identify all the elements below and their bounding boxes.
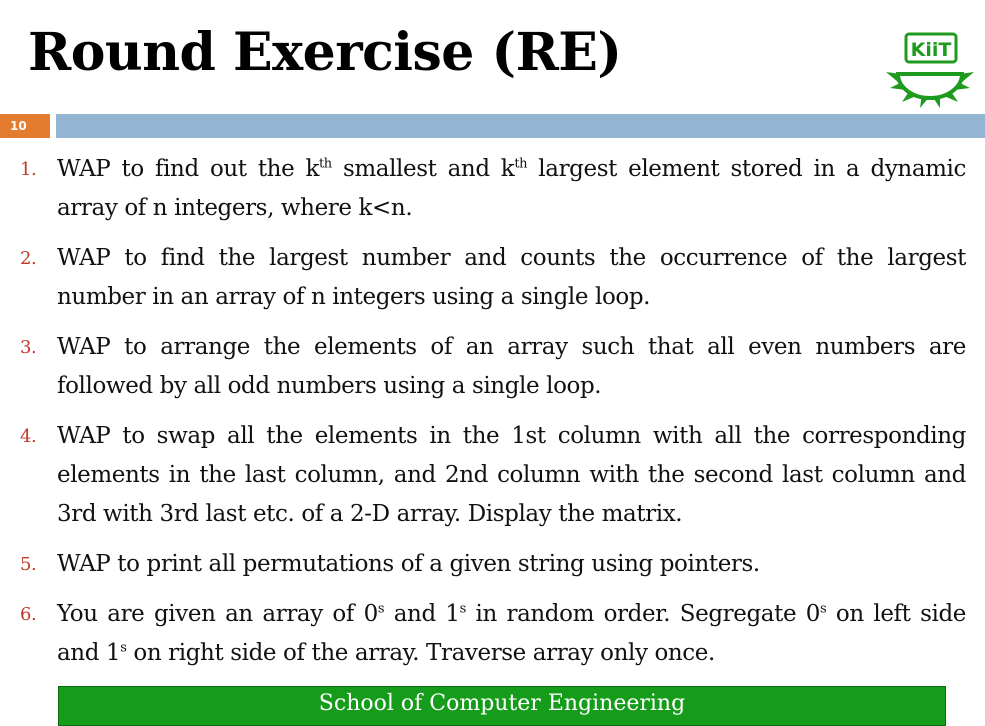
exercise-number: 5. (20, 554, 37, 575)
slide-title: Round Exercise (RE) (28, 22, 622, 83)
exercise-number: 6. (20, 604, 37, 625)
exercise-text: You are given an array of 0s and 1s in r… (57, 601, 966, 666)
exercise-item: 3. WAP to arrange the elements of an arra… (20, 328, 966, 406)
footer-banner: School of Computer Engineering (58, 686, 946, 726)
exercise-list: 1. WAP to find out the kth smallest and k… (20, 150, 966, 684)
exercise-number: 2. (20, 248, 37, 269)
exercise-item: 6. You are given an array of 0s and 1s in… (20, 595, 966, 673)
exercise-text: WAP to find the largest number and count… (57, 245, 966, 310)
footer-text: School of Computer Engineering (318, 691, 686, 716)
exercise-item: 4. WAP to swap all the elements in the 1s… (20, 417, 966, 534)
kiit-logo: KiiT (886, 32, 974, 108)
exercise-text: WAP to find out the kth smallest and kth… (57, 156, 966, 221)
slide-number: 10 (0, 114, 50, 138)
exercise-item: 2. WAP to find the largest number and cou… (20, 239, 966, 317)
logo-wordmark: KiiT (911, 39, 952, 61)
exercise-number: 1. (20, 159, 37, 180)
exercise-number: 3. (20, 337, 37, 358)
exercise-text: WAP to print all permutations of a given… (57, 551, 760, 577)
exercise-text: WAP to swap all the elements in the 1st … (57, 423, 966, 527)
exercise-item: 5. WAP to print all permutations of a giv… (20, 545, 966, 584)
header-bar (56, 114, 985, 138)
exercise-text: WAP to arrange the elements of an array … (57, 334, 966, 399)
exercise-number: 4. (20, 426, 37, 447)
exercise-item: 1. WAP to find out the kth smallest and k… (20, 150, 966, 228)
